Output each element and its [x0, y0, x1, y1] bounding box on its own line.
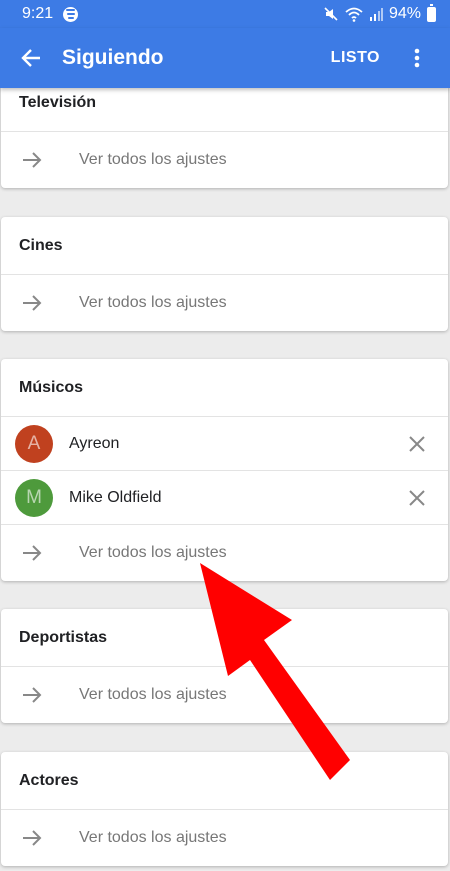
section-card-television: Televisión Ver todos los ajustes [1, 88, 448, 188]
arrow-right-icon [1, 830, 65, 846]
battery-icon [427, 3, 436, 22]
see-all-label: Ver todos los ajustes [79, 151, 227, 168]
done-button[interactable]: LISTO [331, 49, 380, 67]
back-button[interactable] [0, 28, 62, 88]
arrow-right-icon [1, 152, 65, 168]
back-arrow-icon [21, 49, 40, 67]
section-card-musicos: Músicos A Ayreon M Mike Oldfield Ver tod… [1, 359, 448, 581]
remove-button[interactable] [386, 417, 448, 471]
section-title: Cines [1, 217, 448, 275]
spotify-icon [63, 6, 79, 22]
avatar: A [15, 424, 53, 463]
app-bar: Siguiendo LISTO [0, 28, 450, 88]
see-all-label: Ver todos los ajustes [79, 544, 227, 561]
section-title: Músicos [1, 359, 448, 417]
battery-percent: 94% [388, 5, 421, 22]
person-name: Mike Oldfield [69, 488, 162, 506]
followed-person-row[interactable]: A Ayreon [1, 417, 448, 471]
followed-person-row[interactable]: M Mike Oldfield [1, 471, 448, 525]
section-title: Deportistas [1, 609, 448, 667]
section-card-cines: Cines Ver todos los ajustes [1, 217, 448, 331]
section-title: Actores [1, 752, 448, 810]
more-options-button[interactable] [402, 28, 432, 88]
remove-button[interactable] [386, 471, 448, 525]
section-card-deportistas: Deportistas Ver todos los ajustes [1, 609, 448, 723]
see-all-label: Ver todos los ajustes [79, 829, 227, 846]
app-screen: 9:21 94% Siguiendo LISTO Televisión Ver … [0, 0, 450, 871]
person-name: Ayreon [69, 434, 120, 452]
see-all-settings-row[interactable]: Ver todos los ajustes [1, 810, 448, 866]
following-list[interactable]: Televisión Ver todos los ajustes Cines V… [0, 88, 450, 871]
see-all-label: Ver todos los ajustes [79, 686, 227, 703]
close-icon [409, 489, 425, 506]
page-title: Siguiendo [62, 46, 164, 69]
more-vert-icon [414, 48, 420, 68]
section-title: Televisión [1, 88, 448, 132]
see-all-settings-row[interactable]: Ver todos los ajustes [1, 667, 448, 723]
status-bar: 9:21 94% [0, 0, 450, 28]
see-all-settings-row[interactable]: Ver todos los ajustes [1, 275, 448, 331]
section-card-actores: Actores Ver todos los ajustes [1, 752, 448, 866]
see-all-label: Ver todos los ajustes [79, 294, 227, 311]
avatar: M [15, 478, 53, 517]
mute-icon [324, 7, 338, 21]
arrow-right-icon [1, 545, 65, 561]
arrow-right-icon [1, 295, 65, 311]
close-icon [409, 435, 425, 452]
status-time: 9:21 [22, 5, 54, 22]
status-icons: 94% [323, 3, 436, 23]
signal-icon [369, 8, 383, 21]
arrow-right-icon [1, 687, 65, 703]
wifi-icon [345, 7, 363, 22]
see-all-settings-row[interactable]: Ver todos los ajustes [1, 132, 448, 188]
see-all-settings-row[interactable]: Ver todos los ajustes [1, 525, 448, 581]
